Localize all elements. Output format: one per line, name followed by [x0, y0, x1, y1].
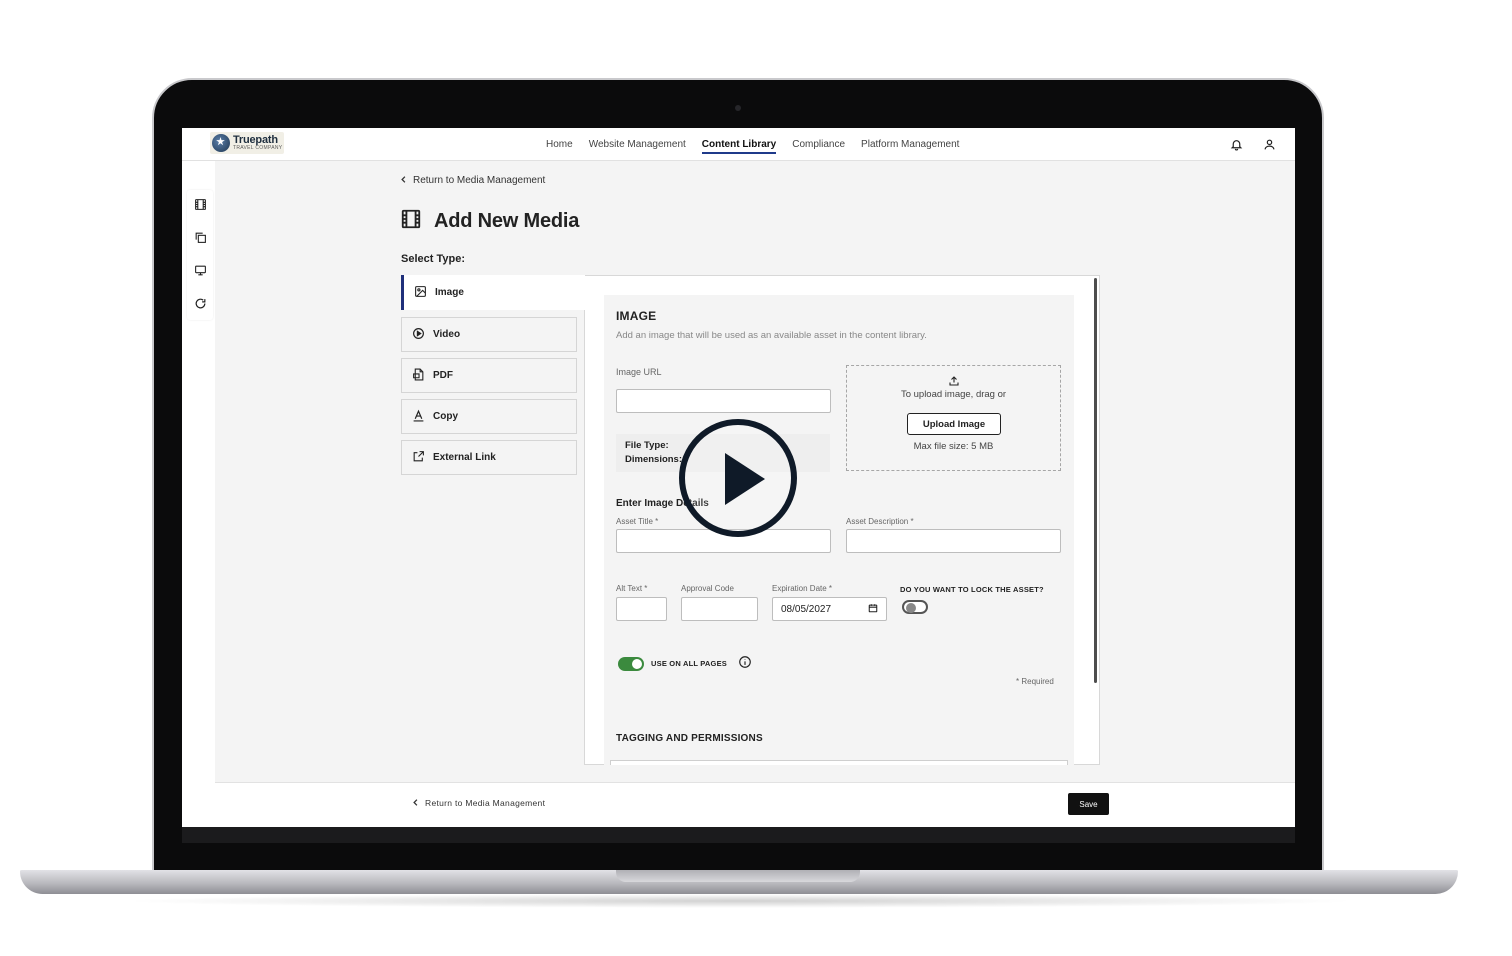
sidebar [187, 190, 213, 320]
brand-tagline: TRAVEL COMPANY [233, 145, 283, 151]
asset-description-label: Asset Description * [846, 517, 914, 526]
film-icon[interactable] [191, 195, 209, 213]
user-icon[interactable] [1260, 135, 1278, 153]
type-copy[interactable]: Copy [401, 399, 577, 434]
upload-prompt: To upload image, drag or [900, 389, 1007, 400]
image-url-label: Image URL [616, 367, 662, 377]
approval-code-label: Approval Code [681, 584, 734, 593]
upload-image-button[interactable]: Upload Image [907, 413, 1001, 435]
image-url-input[interactable] [616, 389, 831, 413]
select-type-label: Select Type: [401, 253, 465, 265]
pdf-icon [412, 368, 425, 384]
tagging-permissions-title: TAGGING AND PERMISSIONS [616, 733, 763, 744]
laptop-mockup: Truepath TRAVEL COMPANY Home Website Man… [0, 0, 1512, 956]
type-external-link[interactable]: External Link [401, 440, 577, 475]
external-link-icon [412, 450, 425, 466]
type-image[interactable]: Image [401, 275, 585, 310]
camera [735, 105, 741, 111]
chevron-left-icon [400, 175, 407, 186]
text-icon [412, 409, 425, 425]
nav-compliance[interactable]: Compliance [792, 128, 845, 160]
copy-icon[interactable] [191, 228, 209, 246]
required-note: * Required [1016, 677, 1054, 686]
laptop-notch [616, 870, 860, 882]
form-scrollbar[interactable] [1094, 278, 1097, 683]
max-file-size: Max file size: 5 MB [913, 441, 994, 452]
laptop-chin [182, 827, 1295, 843]
monitor-icon[interactable] [191, 261, 209, 279]
expiration-date-value: 08/05/2027 [781, 603, 832, 615]
back-link-top[interactable]: Return to Media Management [400, 175, 545, 186]
dimensions-label: Dimensions: [625, 454, 683, 465]
play-circle-icon [412, 327, 425, 343]
file-type-label: File Type: [625, 440, 669, 451]
alt-text-label: Alt Text * [616, 584, 648, 593]
asset-title-label: Asset Title * [616, 517, 659, 526]
section-description: Add an image that will be used as an ava… [616, 330, 927, 341]
tagging-section-box [610, 760, 1068, 765]
image-icon [414, 285, 427, 301]
back-link-bottom-label: Return to Media Management [425, 798, 546, 808]
expiration-date-label: Expiration Date * [772, 584, 833, 593]
main-nav: Home Website Management Content Library … [546, 128, 959, 160]
alt-text-input[interactable] [616, 597, 667, 621]
laptop-shadow [120, 894, 1360, 908]
back-link-label: Return to Media Management [413, 175, 546, 186]
logo-star-icon [212, 134, 230, 152]
lock-asset-toggle[interactable] [902, 600, 928, 614]
asset-description-input[interactable] [846, 529, 1061, 553]
expiration-date-input[interactable]: 08/05/2027 [772, 597, 887, 621]
nav-content-library[interactable]: Content Library [701, 128, 777, 160]
play-icon[interactable] [679, 419, 797, 537]
use-all-pages-label: USE ON ALL PAGES [651, 659, 727, 668]
lock-asset-label: DO YOU WANT TO LOCK THE ASSET? [900, 585, 1044, 594]
bottom-action-bar [215, 782, 1295, 827]
calendar-icon[interactable] [868, 603, 878, 616]
page-title: Add New Media [434, 210, 580, 232]
back-link-bottom[interactable]: Return to Media Management [412, 798, 545, 808]
upload-dropzone[interactable]: To upload image, drag or Upload Image Ma… [846, 365, 1061, 471]
save-button[interactable]: Save [1068, 793, 1109, 815]
bell-icon[interactable] [1227, 135, 1245, 153]
approval-code-input[interactable] [681, 597, 758, 621]
section-title: IMAGE [616, 309, 657, 323]
brand-logo[interactable]: Truepath TRAVEL COMPANY [210, 132, 284, 154]
info-icon[interactable] [738, 655, 752, 674]
page-header: Add New Media [400, 208, 579, 235]
film-icon [400, 208, 422, 235]
use-all-pages-toggle[interactable] [618, 657, 644, 671]
type-video[interactable]: Video [401, 317, 577, 352]
type-pdf[interactable]: PDF [401, 358, 577, 393]
nav-platform-management[interactable]: Platform Management [861, 128, 959, 160]
refresh-icon[interactable] [191, 294, 209, 312]
top-navigation: Truepath TRAVEL COMPANY Home Website Man… [182, 128, 1295, 161]
chevron-left-icon [412, 798, 419, 808]
nav-home[interactable]: Home [546, 128, 573, 160]
nav-website-management[interactable]: Website Management [589, 128, 686, 160]
